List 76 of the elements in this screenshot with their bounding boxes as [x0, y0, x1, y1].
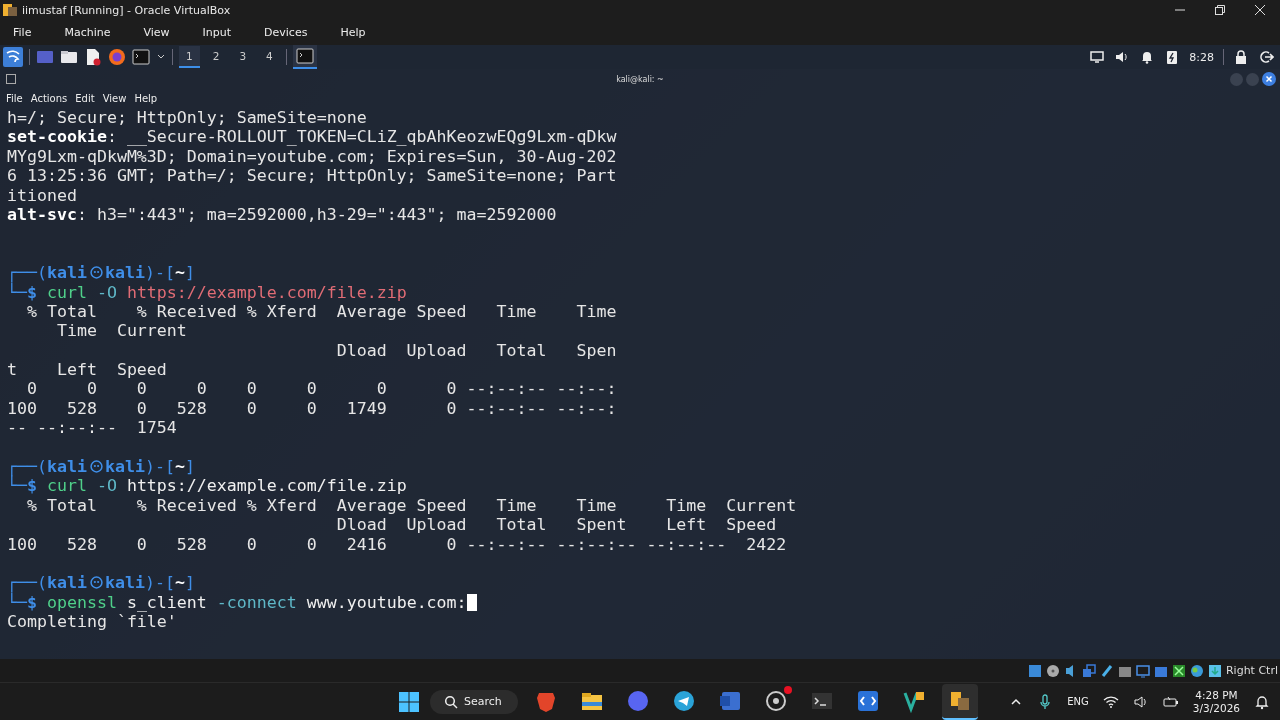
command-token: -O	[96, 282, 117, 302]
prompt-bracket: ┌──(	[7, 573, 47, 593]
output-line: 6 13:25:36 GMT; Path=/; Secure; HttpOnly; SameSite=none; Part	[7, 166, 617, 186]
menu-item[interactable]: View	[136, 24, 177, 41]
command-token: curl	[46, 476, 87, 496]
command-token: www.youtube.com:	[306, 592, 467, 612]
prompt-separator: )-[	[144, 573, 175, 593]
menu-item[interactable]: Help	[333, 24, 373, 41]
prompt-host: kali	[104, 263, 145, 283]
command-token: s_client	[126, 592, 207, 612]
prompt-separator: )-[	[144, 457, 175, 477]
panel-clock[interactable]: 8:28	[1189, 50, 1214, 64]
command-token: https://example.com/file.zip	[126, 282, 407, 302]
menu-item[interactable]: Input	[195, 24, 239, 41]
header-value: : __Secure-ROLLOUT_TOKEN=CLiZ_qbAhKeozwEQg9Lxm-qDkw	[106, 127, 617, 147]
command-token: -connect	[216, 592, 297, 612]
command-token: -O	[96, 476, 117, 496]
taskbar-time[interactable]: 4:28 PM	[1195, 688, 1238, 702]
command-token: curl	[46, 282, 87, 302]
header-key: set-cookie	[7, 127, 107, 147]
prompt-user: kali	[46, 573, 87, 593]
prompt-host: kali	[104, 573, 145, 593]
header-value: : h3=":443"; ma=2592000,h3-29=":443"; ma=2592000	[76, 204, 557, 224]
prompt-bracket: ]	[184, 263, 195, 283]
header-key: alt-svc	[7, 204, 77, 224]
menu-item[interactable]: View	[99, 92, 130, 104]
output-line: -- --:--:-- 1754	[7, 418, 177, 438]
prompt-bracket: ]	[184, 573, 195, 593]
prompt-user: kali	[46, 263, 87, 283]
prompt-user: kali	[46, 457, 87, 477]
language-indicator[interactable]: ENG	[1067, 696, 1089, 707]
window-title: iimustaf [Running] - Oracle VirtualBox	[22, 3, 231, 17]
prompt-bracket: ]	[184, 457, 195, 477]
output-line: t Left Speed	[7, 360, 167, 380]
prompt-corner: └─	[7, 476, 27, 496]
output-line: MYg9Lxm-qDkwM%3D; Domain=youtube.com; Expires=Sun, 30-Aug-202	[7, 146, 617, 166]
prompt-directory: ~	[174, 573, 185, 593]
prompt-bracket: ┌──(	[7, 263, 47, 283]
prompt-corner: └─	[7, 592, 27, 612]
output-line: Dload Upload Total Spen	[335, 340, 617, 360]
prompt-dollar: $	[27, 476, 37, 496]
output-line: itioned	[7, 185, 77, 205]
workspace-tab[interactable]: 2	[205, 46, 227, 68]
menu-item[interactable]: File	[3, 92, 26, 104]
output-line: Completing `file'	[7, 612, 177, 632]
prompt-host: kali	[104, 457, 145, 477]
command-token: https://example.com/file.zip	[126, 476, 407, 496]
workspace-tab[interactable]: 1	[179, 46, 200, 68]
search-button[interactable]: Search	[430, 689, 518, 714]
taskbar-date[interactable]: 3/3/2026	[1192, 701, 1240, 715]
prompt-separator: )-[	[144, 263, 175, 283]
output-line: 100 528 0 528 0 0 2416 0 --:--:-- --:--:-- --:--:-- 2422	[7, 534, 787, 554]
command-token: openssl	[46, 592, 117, 612]
output-line: Dload Upload Total Spent Left Speed	[335, 515, 777, 535]
output-line: Time Current	[55, 321, 187, 341]
prompt-dollar: $	[27, 592, 37, 612]
menu-item[interactable]: Edit	[72, 92, 98, 104]
menu-item[interactable]: Devices	[257, 24, 315, 41]
workspace-tab[interactable]: 3	[232, 46, 254, 68]
menu-item[interactable]: Actions	[27, 92, 71, 104]
output-line: % Total % Received % Xferd Average Speed Time Time	[25, 301, 617, 321]
terminal-title: kali@kali: ~	[616, 74, 664, 84]
menu-item[interactable]: Help	[131, 92, 161, 104]
prompt-dollar: $	[27, 282, 37, 302]
menu-item[interactable]: File	[6, 24, 39, 41]
workspace-tab[interactable]: 4	[259, 46, 280, 68]
output-line: 0 0 0 0 0 0 0 0 --:--:-- --:--:	[25, 379, 617, 399]
prompt-directory: ~	[174, 457, 185, 477]
output-line: 100 528 0 528 0 0 1749 0 --:--:-- --:--:	[7, 398, 617, 418]
prompt-bracket: ┌──(	[7, 457, 47, 477]
output-line: % Total % Received % Xferd Average Speed Time Time Time Current	[25, 495, 797, 515]
output-line: h=/; Secure; HttpOnly; SameSite=none	[7, 108, 367, 127]
host-key-label: Right Ctrl	[1225, 664, 1278, 677]
prompt-corner: └─	[7, 282, 27, 302]
menu-item[interactable]: Machine	[57, 24, 118, 41]
prompt-directory: ~	[174, 263, 185, 283]
